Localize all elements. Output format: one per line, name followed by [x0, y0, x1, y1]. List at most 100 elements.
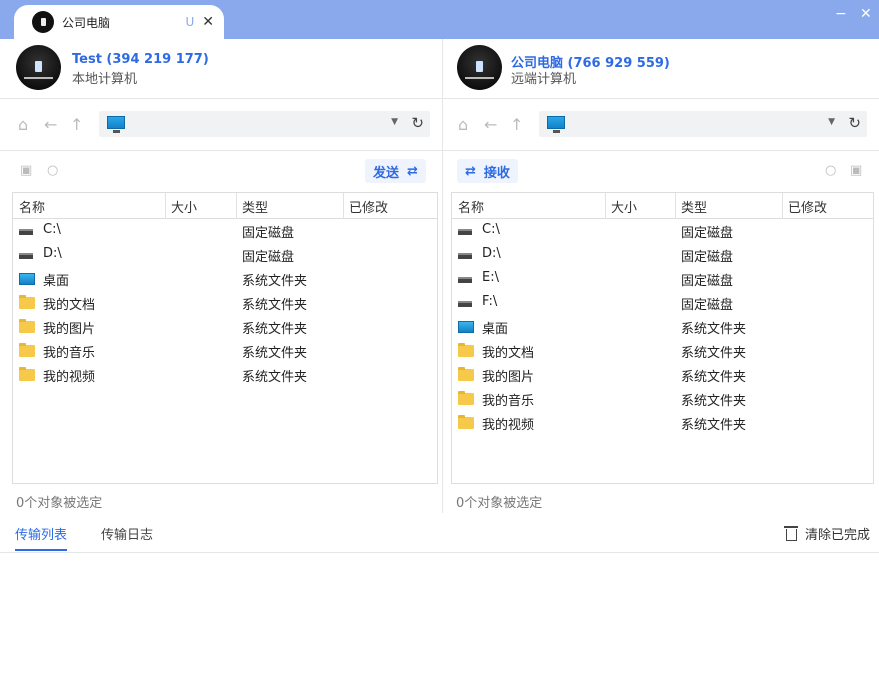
column-type[interactable]: 类型	[681, 197, 707, 216]
local-toolbar: ▣ ○ 发送 ⇄	[0, 151, 442, 191]
file-type: 系统文件夹	[242, 346, 308, 361]
new-folder-icon[interactable]: ▣	[850, 163, 862, 178]
file-row[interactable]: D:\ 固定磁盘	[452, 243, 873, 267]
file-type: 系统文件夹	[681, 346, 747, 361]
remote-header: 公司电脑 (766 929 559) 远端计算机	[443, 39, 879, 99]
search-icon[interactable]: ○	[47, 163, 58, 178]
back-icon[interactable]: ←	[484, 115, 497, 134]
file-row[interactable]: 我的图片 系统文件夹	[452, 363, 873, 387]
remote-toolbar: ⇄ 接收 ○ ▣	[443, 151, 879, 191]
file-row[interactable]: 桌面 系统文件夹	[13, 267, 437, 291]
file-row[interactable]: 我的图片 系统文件夹	[13, 315, 437, 339]
folder-icon	[19, 367, 35, 381]
local-header: Test (394 219 177) 本地计算机	[0, 39, 442, 99]
file-name: E:\	[482, 270, 499, 285]
trash-icon	[783, 526, 798, 541]
file-row[interactable]: F:\ 固定磁盘	[452, 291, 873, 315]
chevron-down-icon[interactable]: ▼	[391, 117, 398, 127]
column-modified[interactable]: 已修改	[349, 197, 388, 216]
session-tab[interactable]: 公司电脑 U ✕	[14, 5, 224, 39]
column-modified[interactable]: 已修改	[788, 197, 827, 216]
window-close-icon[interactable]: ✕	[860, 6, 872, 22]
tab-transfer-list[interactable]: 传输列表	[15, 524, 68, 551]
file-name: 我的音乐	[482, 394, 535, 409]
folder-icon	[19, 319, 35, 333]
drive-icon	[19, 229, 33, 235]
file-type: 固定磁盘	[681, 298, 734, 313]
drive-icon	[458, 277, 472, 283]
tab-close-icon[interactable]: ✕	[202, 14, 214, 30]
drive-icon	[19, 253, 33, 259]
file-row[interactable]: 桌面 系统文件夹	[452, 315, 873, 339]
column-size[interactable]: 大小	[171, 197, 197, 216]
file-name: C:\	[43, 222, 61, 237]
monitor-icon	[107, 116, 125, 133]
file-row[interactable]: C:\ 固定磁盘	[13, 219, 437, 243]
minimize-icon[interactable]: −	[835, 6, 847, 22]
local-status: 0个对象被选定	[16, 496, 103, 511]
desktop-icon	[458, 321, 474, 333]
remote-path-box[interactable]: ▼ ↻	[539, 111, 867, 137]
refresh-icon[interactable]: ↻	[848, 114, 861, 132]
drive-icon	[458, 229, 472, 235]
send-button[interactable]: 发送 ⇄	[365, 159, 426, 183]
refresh-icon[interactable]: ↻	[411, 114, 424, 132]
file-row[interactable]: 我的视频 系统文件夹	[13, 363, 437, 387]
column-name[interactable]: 名称	[458, 197, 484, 216]
title-bar: 公司电脑 U ✕ − ✕	[0, 0, 879, 39]
file-name: 我的视频	[482, 418, 535, 433]
folder-icon	[458, 343, 474, 357]
home-icon[interactable]: ⌂	[458, 115, 468, 134]
file-type: 固定磁盘	[242, 250, 295, 265]
tab-badge: U	[185, 15, 195, 29]
file-name: 我的音乐	[43, 346, 96, 361]
transfer-arrows-icon: ⇄	[465, 163, 476, 179]
file-type: 系统文件夹	[681, 418, 747, 433]
file-name: 我的文档	[43, 298, 96, 313]
file-name: C:\	[482, 222, 500, 237]
column-size[interactable]: 大小	[611, 197, 637, 216]
file-type: 系统文件夹	[681, 394, 747, 409]
home-icon[interactable]: ⌂	[18, 115, 28, 134]
drive-icon	[458, 253, 472, 259]
local-path-box[interactable]: ▼ ↻	[99, 111, 430, 137]
folder-icon	[458, 367, 474, 381]
file-row[interactable]: 我的文档 系统文件夹	[452, 339, 873, 363]
up-icon[interactable]: ↑	[510, 115, 523, 134]
file-type: 系统文件夹	[242, 298, 308, 313]
file-name: D:\	[482, 246, 501, 261]
up-icon[interactable]: ↑	[70, 115, 83, 134]
column-name[interactable]: 名称	[19, 197, 45, 216]
file-type: 固定磁盘	[681, 250, 734, 265]
receive-label: 接收	[483, 165, 510, 181]
transfer-bar: 传输列表 传输日志 清除已完成	[0, 513, 879, 553]
file-name: F:\	[482, 294, 498, 309]
local-avatar	[16, 45, 61, 90]
tab-transfer-log[interactable]: 传输日志	[101, 524, 153, 543]
file-row[interactable]: D:\ 固定磁盘	[13, 243, 437, 267]
receive-button[interactable]: ⇄ 接收	[457, 159, 518, 183]
new-folder-icon[interactable]: ▣	[20, 163, 32, 178]
folder-icon	[458, 415, 474, 429]
search-icon[interactable]: ○	[825, 163, 836, 178]
file-type: 固定磁盘	[242, 226, 295, 241]
remote-panel: 公司电脑 (766 929 559) 远端计算机 ⌂ ← ↑ ▼ ↻ ⇄ 接收 …	[443, 39, 879, 513]
column-type[interactable]: 类型	[242, 197, 268, 216]
clear-completed-button[interactable]: 清除已完成	[783, 524, 870, 543]
file-row[interactable]: 我的视频 系统文件夹	[452, 411, 873, 435]
folder-icon	[19, 295, 35, 309]
file-row[interactable]: C:\ 固定磁盘	[452, 219, 873, 243]
file-row[interactable]: 我的文档 系统文件夹	[13, 291, 437, 315]
back-icon[interactable]: ←	[44, 115, 57, 134]
file-row[interactable]: 我的音乐 系统文件夹	[452, 387, 873, 411]
file-name: 我的图片	[482, 370, 535, 385]
file-row[interactable]: 我的音乐 系统文件夹	[13, 339, 437, 363]
remote-status: 0个对象被选定	[456, 496, 543, 511]
desktop-icon	[19, 273, 35, 285]
file-row[interactable]: E:\ 固定磁盘	[452, 267, 873, 291]
file-type: 固定磁盘	[681, 274, 734, 289]
remote-computer-label: 远端计算机	[511, 72, 577, 87]
local-computer-label: 本地计算机	[72, 72, 138, 87]
file-type: 固定磁盘	[681, 226, 734, 241]
chevron-down-icon[interactable]: ▼	[828, 117, 835, 127]
